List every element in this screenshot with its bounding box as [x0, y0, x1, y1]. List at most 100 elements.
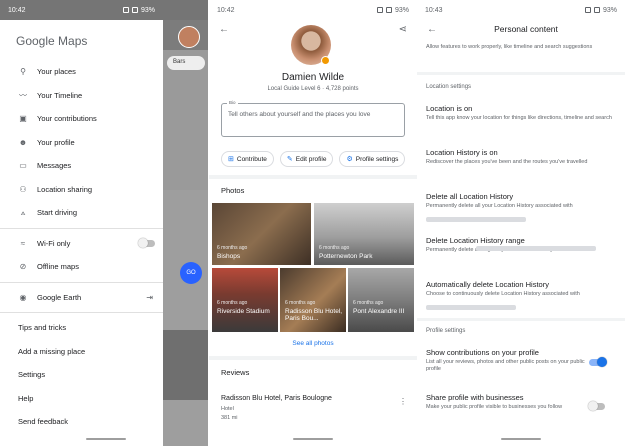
drawer-link-item[interactable]: Settings [0, 363, 163, 387]
row-desc: Rediscover the places you've been and th… [426, 159, 588, 165]
auto-delete-history-row[interactable]: Automatically delete Location History Ch… [426, 280, 616, 316]
drawer-link-item[interactable]: Send feedback [0, 410, 163, 434]
divider [209, 175, 417, 179]
photo-date: 6 months ago [285, 300, 316, 306]
bio-field[interactable]: Bio Tell others about yourself and the p… [221, 100, 405, 137]
drawer-menu-label: Messages [37, 161, 72, 171]
photo-date: 6 months ago [353, 300, 384, 306]
location-history-row[interactable]: Location History is on Rediscover the pl… [426, 148, 616, 166]
share-profile-toggle[interactable] [588, 401, 605, 411]
local-guide-badge-icon [321, 56, 330, 65]
review-place-title[interactable]: Radisson Blu Hotel, Paris Boulogne [221, 395, 332, 402]
personal-content-panel: 10:43 93% ← Personal content Allow featu… [417, 0, 625, 446]
battery-text: 93% [602, 6, 617, 14]
status-bar: 10:42 93% [0, 0, 208, 20]
back-arrow-icon[interactable]: ← [219, 24, 229, 35]
drawer-link-item[interactable]: Add a missing place [0, 340, 163, 364]
logo-text: Google Maps [16, 34, 88, 48]
google-earth-item[interactable]: ◉ Google Earth ⇥ [0, 286, 163, 310]
earth-icon: ◉ [19, 292, 27, 302]
row-desc: Make your public profile visible to busi… [426, 404, 563, 410]
photo-place: Pont Alexandre III [353, 308, 405, 315]
drawer-menu-label: Your Timeline [37, 90, 83, 100]
gesture-bar[interactable] [293, 438, 333, 440]
drawer-menu-label: Your places [37, 67, 76, 77]
review-distance: 381 mi [221, 415, 238, 421]
divider [0, 312, 163, 313]
wifi-only-item[interactable]: ≈ Wi-Fi only [0, 232, 163, 256]
drawer-menu-item[interactable]: ☻ Your profile [0, 131, 163, 155]
drawer-menu-item[interactable]: ▭ Messages [0, 154, 163, 178]
status-bar: 10:43 93% [417, 0, 625, 20]
drawer-menu-item[interactable]: ▣ Your contributions [0, 107, 163, 131]
profile-settings-button[interactable]: ⚙ Profile settings [339, 151, 406, 167]
profile-icon: ☻ [18, 137, 28, 147]
location-on-row[interactable]: Location is on Tell this app know your l… [426, 104, 616, 122]
navigation-drawer: 10:42 93% Google Maps ⚲ Your places 〰 Your … [0, 0, 208, 446]
photo-date: 6 months ago [319, 245, 350, 251]
reviews-header: Reviews [221, 368, 250, 377]
show-contributions-toggle[interactable] [589, 357, 607, 367]
alarm-icon [376, 7, 383, 13]
gear-icon: ⚙ [346, 156, 353, 163]
pin-icon: ⚲ [20, 67, 26, 77]
profile-action-chips: ⊞ Contribute ✎ Edit profile ⚙ Profile setti… [221, 151, 406, 167]
messages-icon: ▭ [19, 161, 27, 171]
photo-tile[interactable]: 6 months ago Riverside Stadium [212, 268, 278, 332]
profile-settings-label: Profile settings [355, 155, 399, 163]
photo-tile[interactable]: 6 months ago Bishops [212, 203, 311, 265]
drawer-menu-item[interactable]: 〰 Your Timeline [0, 84, 163, 108]
review-place-type: Hotel [221, 406, 234, 412]
back-arrow-icon[interactable]: ← [427, 24, 437, 35]
map-card[interactable] [163, 330, 208, 400]
divider [0, 227, 163, 229]
driving-icon: ⟑ [20, 207, 26, 217]
go-button[interactable]: GO [180, 262, 202, 284]
drawer-menu-item[interactable]: ⚇ Location sharing [0, 178, 163, 202]
drawer-link-item[interactable]: Help [0, 387, 163, 411]
share-profile-row[interactable]: Share profile with businesses Make your … [426, 393, 586, 411]
map-avatar[interactable] [178, 26, 200, 48]
wifi-icon [385, 7, 392, 13]
see-all-photos-link[interactable]: See all photos [209, 340, 417, 347]
row-title: Delete all Location History [426, 192, 514, 201]
bars-chip[interactable]: Bars [167, 56, 205, 70]
delete-all-history-row[interactable]: Delete all Location History Permanently … [426, 192, 616, 228]
contributions-icon: ▣ [19, 114, 27, 124]
divider [417, 72, 625, 75]
drawer-link-item[interactable]: Tips and tricks [0, 316, 163, 340]
drawer-menu-item[interactable]: ⟑ Start driving [0, 201, 163, 225]
edit-profile-button[interactable]: ✎ Edit profile [279, 151, 334, 167]
row-title: Delete Location History range [426, 236, 525, 245]
redacted-email [426, 304, 516, 310]
status-time: 10:43 [425, 6, 443, 14]
delete-history-range-row[interactable]: Delete Location History range Permanentl… [426, 236, 616, 272]
drawer-panel: Bars GO 10:42 93% Google Maps ⚲ Your plac… [0, 0, 208, 446]
wifi-only-toggle[interactable] [138, 237, 155, 248]
photo-tile[interactable]: 6 months ago Pont Alexandre III [348, 268, 414, 332]
divider [209, 356, 417, 360]
photo-date: 6 months ago [217, 300, 248, 306]
share-icon[interactable]: ⋖ [399, 24, 407, 35]
offline-maps-item[interactable]: ⊘ Offline maps [0, 255, 163, 279]
photo-tile[interactable]: 6 months ago Radisson Blu Hotel, Paris B… [280, 268, 346, 332]
bars-chip-label: Bars [173, 59, 186, 65]
row-title: Location History is on [426, 148, 498, 157]
gesture-bar[interactable] [501, 438, 541, 440]
row-desc: Choose to continuously delete Location H… [426, 291, 580, 297]
contribute-icon: ⊞ [228, 156, 234, 163]
contribute-button[interactable]: ⊞ Contribute [221, 151, 274, 167]
drawer-menu-item[interactable]: ⚲ Your places [0, 60, 163, 84]
drawer-menu-label: Start driving [37, 208, 78, 218]
profile-name: Damien Wilde [281, 72, 345, 83]
show-contributions-row[interactable]: Show contributions on your profile List … [426, 348, 586, 374]
more-options-icon[interactable]: ⋮ [399, 397, 407, 406]
photo-date: 6 months ago [217, 245, 248, 251]
drawer-menu-label: Your contributions [37, 114, 97, 124]
local-guide-level[interactable]: Local Guide Level 6 · 4,728 points [209, 86, 417, 92]
open-external-icon: ⇥ [146, 292, 153, 302]
gesture-bar[interactable] [86, 438, 126, 440]
alarm-icon [584, 7, 591, 13]
photo-tile[interactable]: 6 months ago Potternewton Park [314, 203, 414, 265]
row-desc: Tell this app know your location for thi… [426, 115, 612, 121]
